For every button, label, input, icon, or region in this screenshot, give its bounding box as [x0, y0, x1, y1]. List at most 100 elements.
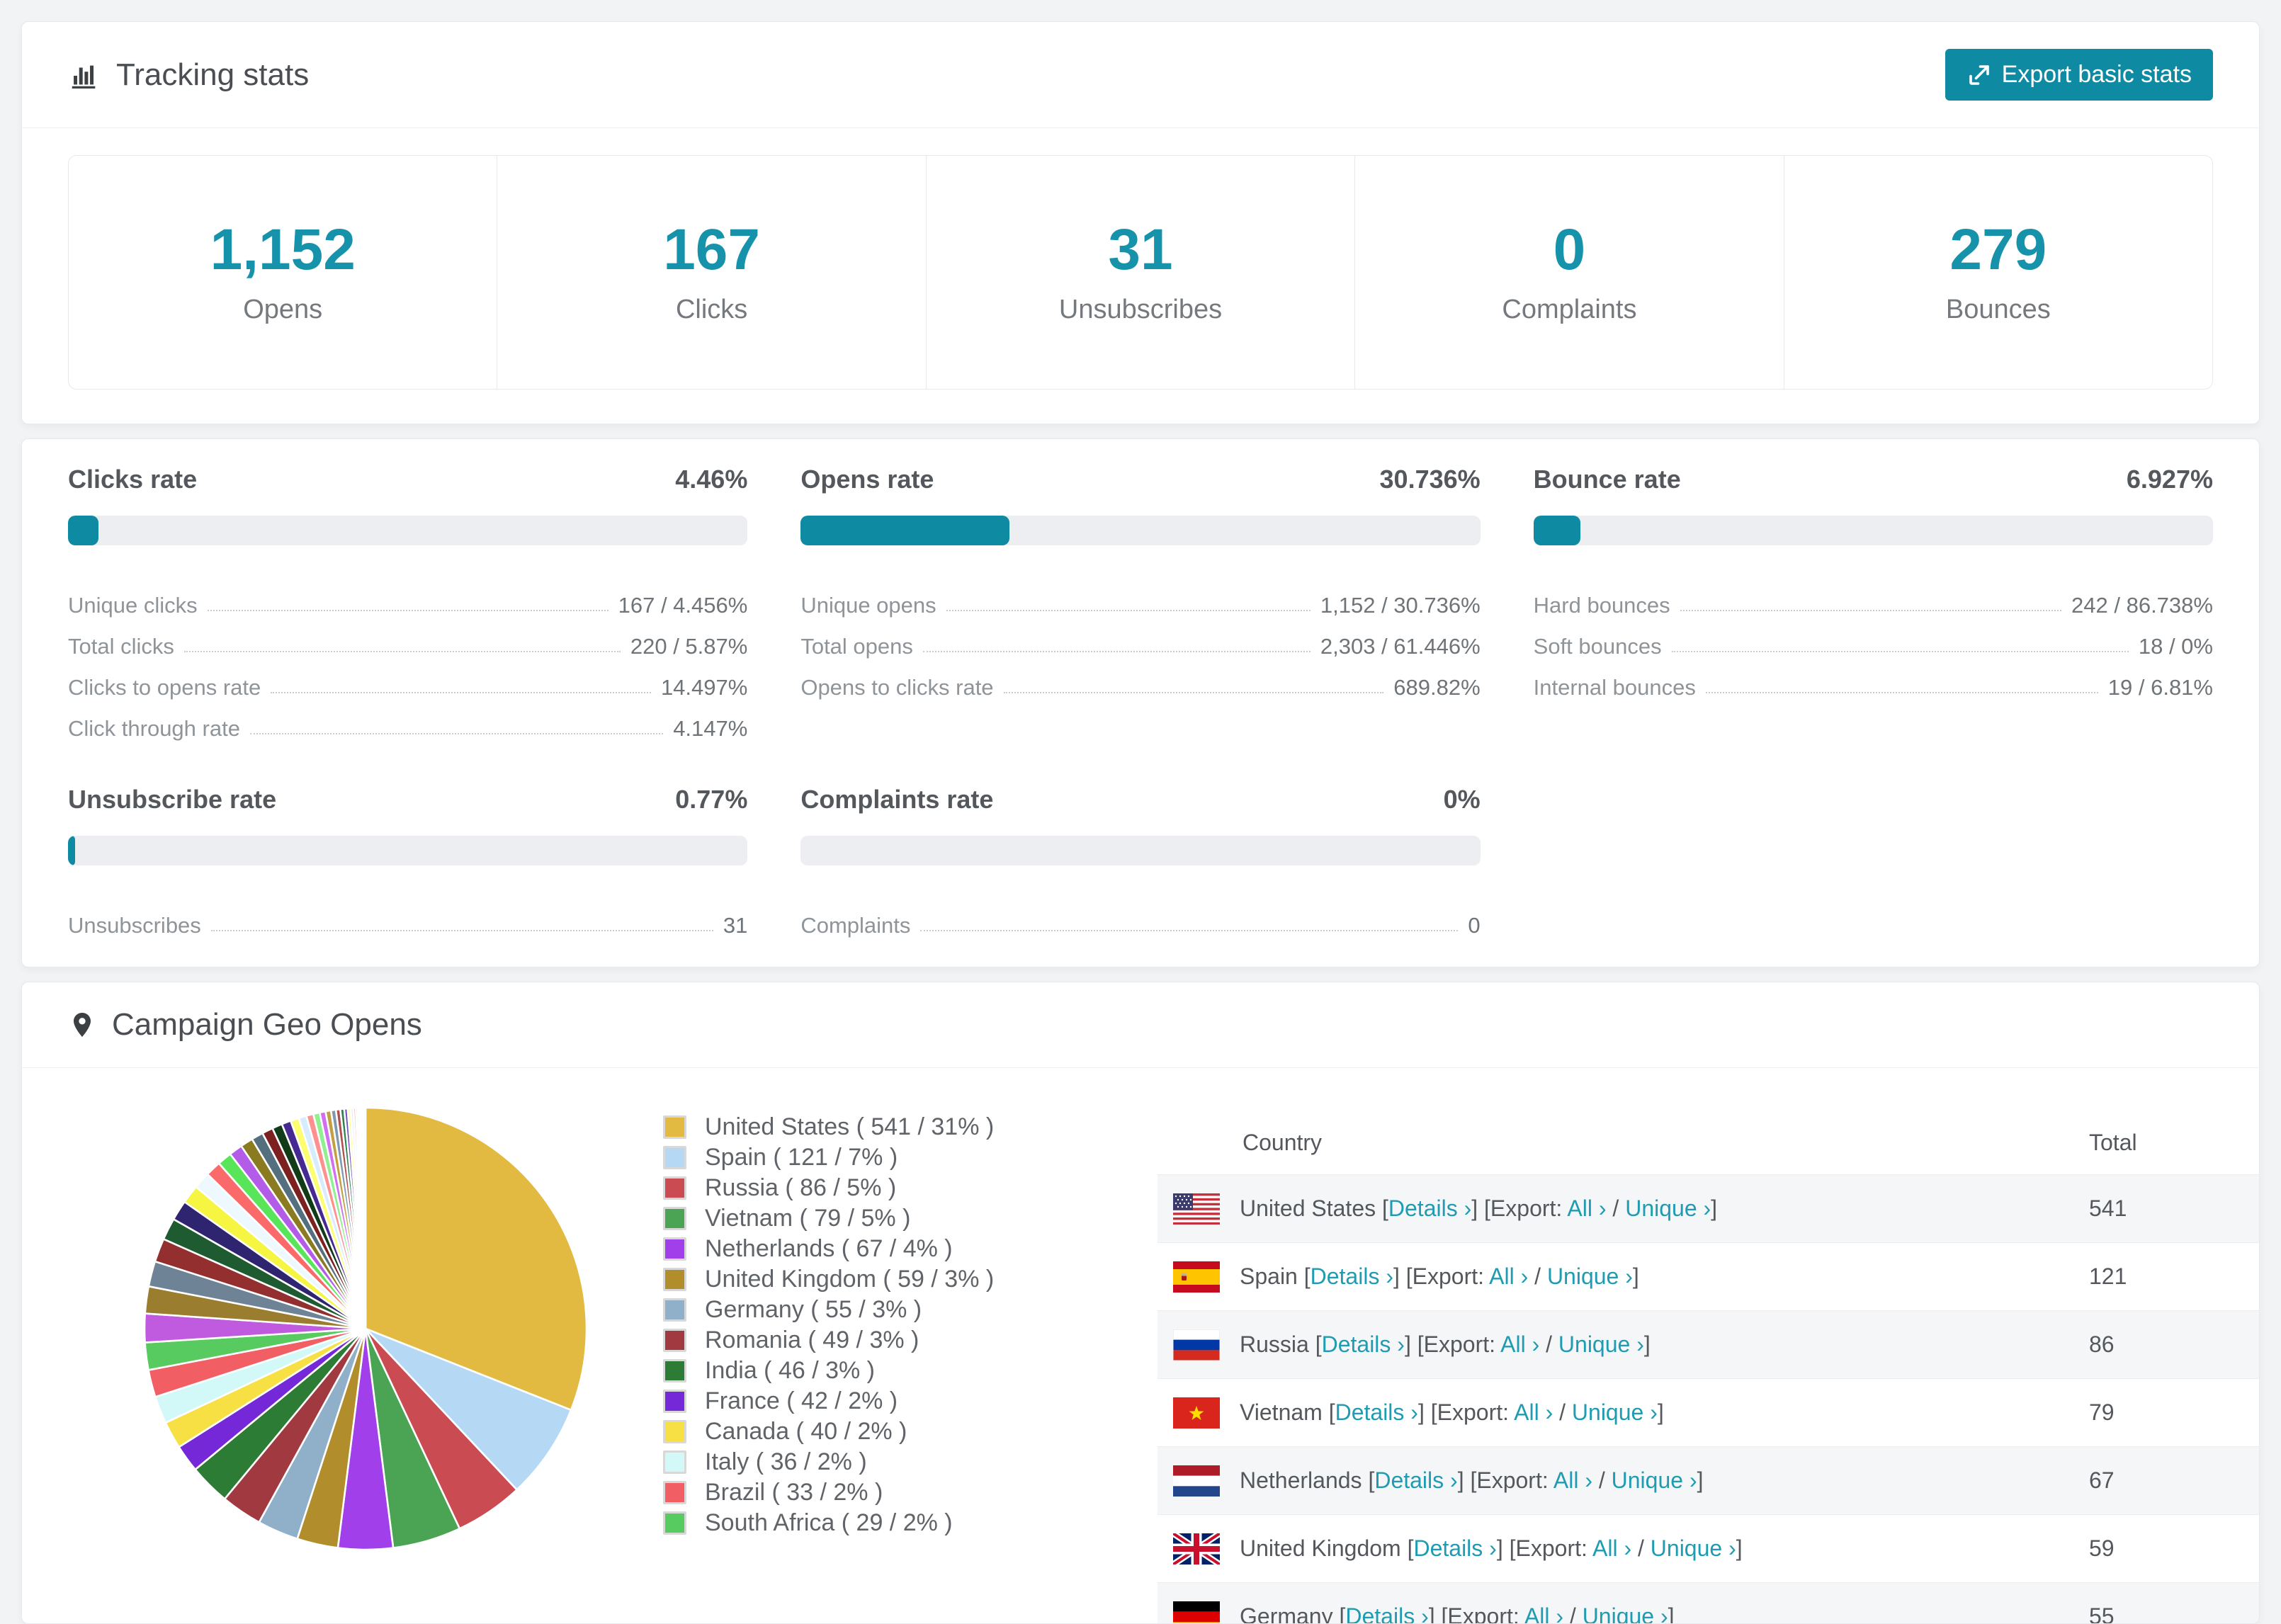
- export-unique-link[interactable]: Unique ›: [1558, 1331, 1644, 1357]
- export-all-link[interactable]: All ›: [1514, 1399, 1553, 1425]
- export-all-link[interactable]: All ›: [1567, 1196, 1606, 1221]
- bar-chart-icon: [68, 59, 101, 91]
- legend-item: Brazil ( 33 / 2% ): [663, 1477, 1060, 1508]
- export-unique-link[interactable]: Unique ›: [1612, 1467, 1697, 1493]
- rate-header: Complaints rate0%: [800, 784, 1480, 814]
- rate-row-label: Internal bounces: [1534, 675, 1696, 700]
- export-all-link[interactable]: All ›: [1489, 1264, 1528, 1289]
- table-row-nl: Netherlands [Details ›] [Export: All › /…: [1158, 1446, 2259, 1514]
- rate-percent: 30.736%: [1380, 464, 1481, 494]
- summary-stats: 1,152Opens167Clicks31Unsubscribes0Compla…: [68, 155, 2213, 390]
- legend-swatch: [663, 1329, 686, 1352]
- rate-header: Clicks rate4.46%: [68, 464, 747, 494]
- legend-label: Canada ( 40 / 2% ): [705, 1418, 907, 1446]
- export-unique-link[interactable]: Unique ›: [1572, 1399, 1658, 1425]
- rate-row: Clicks to opens rate14.497%: [68, 659, 747, 700]
- rate-percent: 4.46%: [675, 464, 747, 494]
- summary-stat-bounces: 279Bounces: [1784, 156, 2212, 389]
- rate-row-label: Unique clicks: [68, 593, 198, 618]
- export-unique-link[interactable]: Unique ›: [1651, 1535, 1736, 1561]
- legend-swatch: [663, 1298, 686, 1322]
- details-link[interactable]: Details ›: [1374, 1467, 1457, 1493]
- rate-row: Soft bounces18 / 0%: [1534, 618, 2213, 659]
- summary-stat-unsubscribes: 31Unsubscribes: [927, 156, 1355, 389]
- export-icon: [1966, 62, 1992, 88]
- flag-russia-icon: [1173, 1329, 1220, 1361]
- export-unique-link[interactable]: Unique ›: [1625, 1196, 1711, 1221]
- export-all-link[interactable]: All ›: [1592, 1535, 1631, 1561]
- legend-item: Netherlands ( 67 / 4% ): [663, 1234, 1060, 1264]
- rate-row-label: Soft bounces: [1534, 634, 1662, 659]
- legend-item: Romania ( 49 / 3% ): [663, 1325, 1060, 1356]
- tracking-stats-header: Tracking stats Export basic stats: [22, 22, 2259, 128]
- progress-bar-track: [68, 836, 747, 865]
- summary-stat-label: Clicks: [504, 294, 918, 325]
- summary-stat-label: Unsubscribes: [934, 294, 1347, 325]
- geo-table: Country Total United States [Details ›] …: [1158, 1111, 2259, 1624]
- legend-swatch: [663, 1481, 686, 1504]
- rates-card: Clicks rate4.46% Unique clicks 167 / 4.456…: [21, 438, 2260, 967]
- legend-item: United Kingdom ( 59 / 3% ): [663, 1264, 1060, 1295]
- country-cell: Netherlands [Details ›] [Export: All › /…: [1240, 1467, 2089, 1494]
- rate-row: Unique opens1,152 / 30.736%: [800, 577, 1480, 618]
- table-row-ru: Russia [Details ›] [Export: All › / Uniq…: [1158, 1310, 2259, 1378]
- rate-row-label: Complaints: [800, 913, 910, 938]
- rate-row-label: Total clicks: [68, 634, 174, 659]
- legend-label: South Africa ( 29 / 2% ): [705, 1509, 953, 1537]
- details-link[interactable]: Details ›: [1388, 1196, 1471, 1221]
- rate-row-value: 167 / 4.456%: [618, 593, 748, 618]
- legend-item: Italy ( 36 / 2% ): [663, 1447, 1060, 1477]
- summary-stat-label: Complaints: [1362, 294, 1776, 325]
- dotted-leader: [1004, 692, 1384, 693]
- geo-table-header: Country Total: [1158, 1111, 2259, 1174]
- legend-swatch: [663, 1450, 686, 1474]
- rate-panel-opens-rate: Opens rate30.736%Unique opens1,152 / 30.…: [800, 464, 1480, 742]
- rate-rows: Hard bounces242 / 86.738%Soft bounces18 …: [1534, 577, 2213, 700]
- export-basic-stats-button[interactable]: Export basic stats: [1945, 49, 2213, 101]
- progress-bar-fill: [800, 516, 1009, 545]
- dotted-leader: [920, 930, 1458, 931]
- progress-bar-track: [800, 836, 1480, 865]
- export-all-link[interactable]: All ›: [1524, 1603, 1563, 1624]
- geo-legend: United States ( 541 / 31% )Spain ( 121 /…: [663, 1112, 1060, 1538]
- flag-vietnam-icon: [1173, 1397, 1220, 1429]
- rate-row-value: 4.147%: [673, 716, 747, 742]
- rate-row-value: 0: [1468, 913, 1480, 938]
- rate-percent: 0.77%: [675, 784, 747, 814]
- dotted-leader: [208, 610, 609, 611]
- legend-item: United States ( 541 / 31% ): [663, 1112, 1060, 1142]
- rate-row-label: Total opens: [800, 634, 913, 659]
- dotted-leader: [271, 692, 651, 693]
- details-link[interactable]: Details ›: [1322, 1331, 1405, 1357]
- details-link[interactable]: Details ›: [1311, 1264, 1393, 1289]
- export-unique-link[interactable]: Unique ›: [1583, 1603, 1668, 1624]
- details-link[interactable]: Details ›: [1345, 1603, 1428, 1624]
- page: Tracking stats Export basic stats 1,152O…: [0, 0, 2281, 1624]
- progress-bar-fill: [68, 836, 75, 865]
- summary-stat-label: Opens: [76, 294, 489, 325]
- dotted-leader: [1680, 610, 2061, 611]
- country-column-header: Country: [1158, 1130, 2089, 1156]
- geo-card: Campaign Geo Opens United States ( 541 /…: [21, 982, 2260, 1624]
- flag-united-kingdom-icon: [1173, 1533, 1220, 1565]
- export-unique-link[interactable]: Unique ›: [1547, 1264, 1633, 1289]
- details-link[interactable]: Details ›: [1335, 1399, 1418, 1425]
- geo-content: United States ( 541 / 31% )Spain ( 121 /…: [22, 1068, 2259, 1624]
- legend-item: France ( 42 / 2% ): [663, 1386, 1060, 1416]
- total-cell: 59: [2089, 1535, 2259, 1562]
- progress-bar-fill: [1534, 516, 1580, 545]
- details-link[interactable]: Details ›: [1413, 1535, 1496, 1561]
- rate-rows: Unique clicks167 / 4.456%Total clicks220…: [68, 577, 747, 742]
- rate-title: Bounce rate: [1534, 464, 1681, 494]
- rate-row-value: 19 / 6.81%: [2108, 675, 2213, 700]
- rate-row: Total opens2,303 / 61.446%: [800, 618, 1480, 659]
- summary-stat-label: Bounces: [1792, 294, 2205, 325]
- export-all-link[interactable]: All ›: [1500, 1331, 1539, 1357]
- table-row-es: Spain [Details ›] [Export: All › / Uniqu…: [1158, 1242, 2259, 1310]
- export-all-link[interactable]: All ›: [1553, 1467, 1592, 1493]
- dotted-leader: [211, 930, 713, 931]
- page-title-wrap: Tracking stats: [68, 57, 309, 93]
- legend-item: Spain ( 121 / 7% ): [663, 1142, 1060, 1173]
- tracking-stats-card: Tracking stats Export basic stats 1,152O…: [21, 21, 2260, 424]
- geo-title: Campaign Geo Opens: [112, 1006, 422, 1043]
